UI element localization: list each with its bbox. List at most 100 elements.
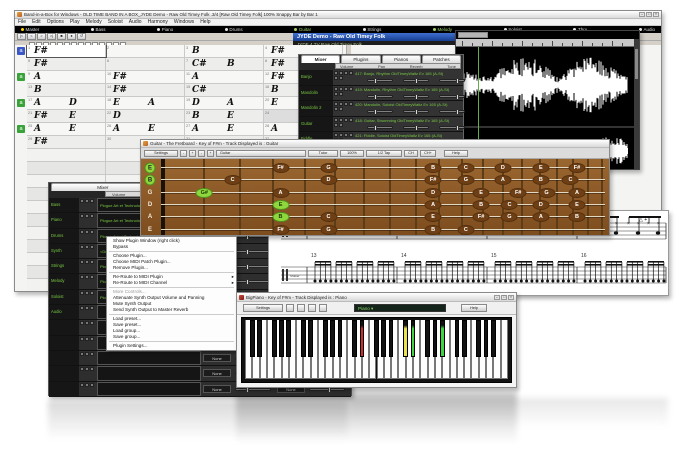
- track-button-strings[interactable]: Strings: [363, 27, 382, 32]
- fretboard-chplus-button[interactable]: CH+: [420, 150, 436, 157]
- mini-box[interactable]: [85, 230, 89, 234]
- fret-zoom-in[interactable]: +: [189, 150, 196, 157]
- plugins-slider[interactable]: [235, 280, 271, 283]
- close-button[interactable]: ×: [653, 12, 659, 17]
- transport-button-0[interactable]: |<: [17, 33, 26, 40]
- mixer-slider[interactable]: [439, 110, 465, 113]
- mini-box[interactable]: [90, 199, 94, 203]
- plugins-track-name[interactable]: Strings: [49, 259, 79, 273]
- fret-shift-left[interactable]: -: [198, 150, 205, 157]
- chord-cell-bar-11[interactable]: 11A: [185, 71, 264, 83]
- track-button-audio[interactable]: Audio: [639, 27, 655, 32]
- mixer-slider[interactable]: [403, 110, 429, 113]
- mini-box[interactable]: [90, 383, 94, 387]
- mini-box[interactable]: [80, 321, 84, 325]
- slider-thumb[interactable]: [246, 264, 249, 270]
- mini-box[interactable]: [334, 71, 338, 75]
- plugin-slot-button[interactable]: [97, 382, 201, 396]
- black-key-10[interactable]: [352, 320, 357, 357]
- bigpiano-help-button[interactable]: Help: [461, 304, 487, 312]
- menu-item-file[interactable]: File: [15, 19, 29, 25]
- slider-thumb[interactable]: [456, 94, 459, 100]
- mini-box[interactable]: [90, 260, 94, 264]
- mixer-slider[interactable]: [367, 110, 393, 113]
- plugins-track-name[interactable]: [49, 382, 79, 396]
- plugins-slider[interactable]: [235, 250, 271, 253]
- mini-box[interactable]: [80, 352, 84, 356]
- fretboard-tap-button[interactable]: 1/2 Tap: [366, 150, 402, 157]
- black-key-21[interactable]: [462, 320, 467, 357]
- mini-box[interactable]: [334, 123, 338, 127]
- track-button-melody[interactable]: Melody: [433, 27, 452, 32]
- plugins-track-name[interactable]: Synth: [49, 244, 79, 258]
- fret-shift-right[interactable]: +: [207, 150, 214, 157]
- black-key-19-highlighted[interactable]: [440, 320, 445, 357]
- black-key-1[interactable]: [257, 320, 262, 357]
- fretboard-instrument-select[interactable]: Guitar: [216, 150, 306, 157]
- slider-thumb[interactable]: [415, 125, 418, 131]
- chord-cell-bar-27[interactable]: 27AE: [185, 123, 264, 135]
- transport-button-2[interactable]: >: [37, 33, 46, 40]
- mixer-slider[interactable]: [439, 126, 465, 129]
- chord-cell-bar-21[interactable]: 21F#E: [27, 110, 106, 122]
- slider-thumb[interactable]: [415, 78, 418, 84]
- slider-thumb[interactable]: [415, 94, 418, 100]
- plugin-none-button[interactable]: None: [203, 369, 231, 377]
- context-menu-item-18[interactable]: Save group...: [107, 334, 236, 340]
- transport-button-1[interactable]: <: [27, 33, 36, 40]
- mini-box[interactable]: [90, 245, 94, 249]
- slider-thumb[interactable]: [456, 109, 459, 115]
- minimize-button[interactable]: –: [494, 295, 500, 300]
- transport-button-6[interactable]: ↺: [77, 33, 86, 40]
- bigpiano-opt4-button[interactable]: [319, 304, 327, 312]
- plugins-track-name[interactable]: [49, 336, 79, 350]
- chord-cell-bar-18[interactable]: 18EA: [106, 97, 185, 109]
- mini-box[interactable]: [339, 102, 343, 106]
- slider-thumb[interactable]: [374, 78, 377, 84]
- slider-thumb[interactable]: [456, 125, 459, 131]
- black-key-17[interactable]: [425, 320, 430, 357]
- mixer-track-name[interactable]: Mandolin: [299, 86, 333, 101]
- maximize-button[interactable]: □: [646, 12, 652, 17]
- mini-box[interactable]: [90, 291, 94, 295]
- mini-box[interactable]: [85, 383, 89, 387]
- track-button-guitar[interactable]: Guitar: [294, 27, 311, 32]
- black-key-20[interactable]: [455, 320, 460, 357]
- mini-box[interactable]: [90, 306, 94, 310]
- fretboard-titlebar[interactable]: Guitar - The Fretboard - Key of F#m - Tr…: [141, 140, 609, 148]
- black-key-24[interactable]: [491, 320, 496, 357]
- mixer-slider[interactable]: [403, 79, 429, 82]
- plugins-slider[interactable]: [309, 388, 345, 391]
- mini-box[interactable]: [85, 291, 89, 295]
- chord-cell-bar-3[interactable]: 3B: [185, 45, 264, 57]
- mini-box[interactable]: [80, 291, 84, 295]
- black-key-14[interactable]: [389, 320, 394, 357]
- mini-box[interactable]: [334, 118, 338, 122]
- mini-box[interactable]: [80, 383, 84, 387]
- part-marker[interactable]: a: [17, 47, 25, 55]
- mixer-slider[interactable]: [367, 79, 393, 82]
- mini-box[interactable]: [90, 230, 94, 234]
- fretboard-help-button[interactable]: Help: [444, 150, 468, 157]
- bigpiano-instrument-select[interactable]: Piano ▾: [354, 304, 446, 312]
- black-key-2[interactable]: [272, 320, 277, 357]
- audio-scrollbar[interactable]: [634, 39, 639, 169]
- mini-box[interactable]: [80, 337, 84, 341]
- black-key-15-highlighted[interactable]: [403, 320, 408, 357]
- chord-cell-bar-7[interactable]: 7C#B: [185, 58, 264, 70]
- mini-box[interactable]: [90, 367, 94, 371]
- chord-cell-bar-23[interactable]: 23BE: [185, 110, 264, 122]
- plugins-slider[interactable]: [235, 388, 271, 391]
- mini-box[interactable]: [339, 76, 343, 80]
- chord-cell-bar-26[interactable]: 26AE: [106, 123, 185, 135]
- audio-toolbar-stub[interactable]: [458, 32, 488, 38]
- black-key-13[interactable]: [381, 320, 386, 357]
- mini-box[interactable]: [344, 71, 348, 75]
- black-key-18[interactable]: [433, 320, 438, 357]
- mixer-tab-patches[interactable]: Patches: [422, 55, 461, 63]
- mini-box[interactable]: [339, 118, 343, 122]
- minimize-button[interactable]: –: [639, 12, 645, 17]
- bigpiano-titlebar[interactable]: BigPiano - Key of F#m - Track Displayed …: [237, 293, 516, 302]
- bigpiano-opt2-button[interactable]: [297, 304, 305, 312]
- plugins-slider[interactable]: [235, 265, 271, 268]
